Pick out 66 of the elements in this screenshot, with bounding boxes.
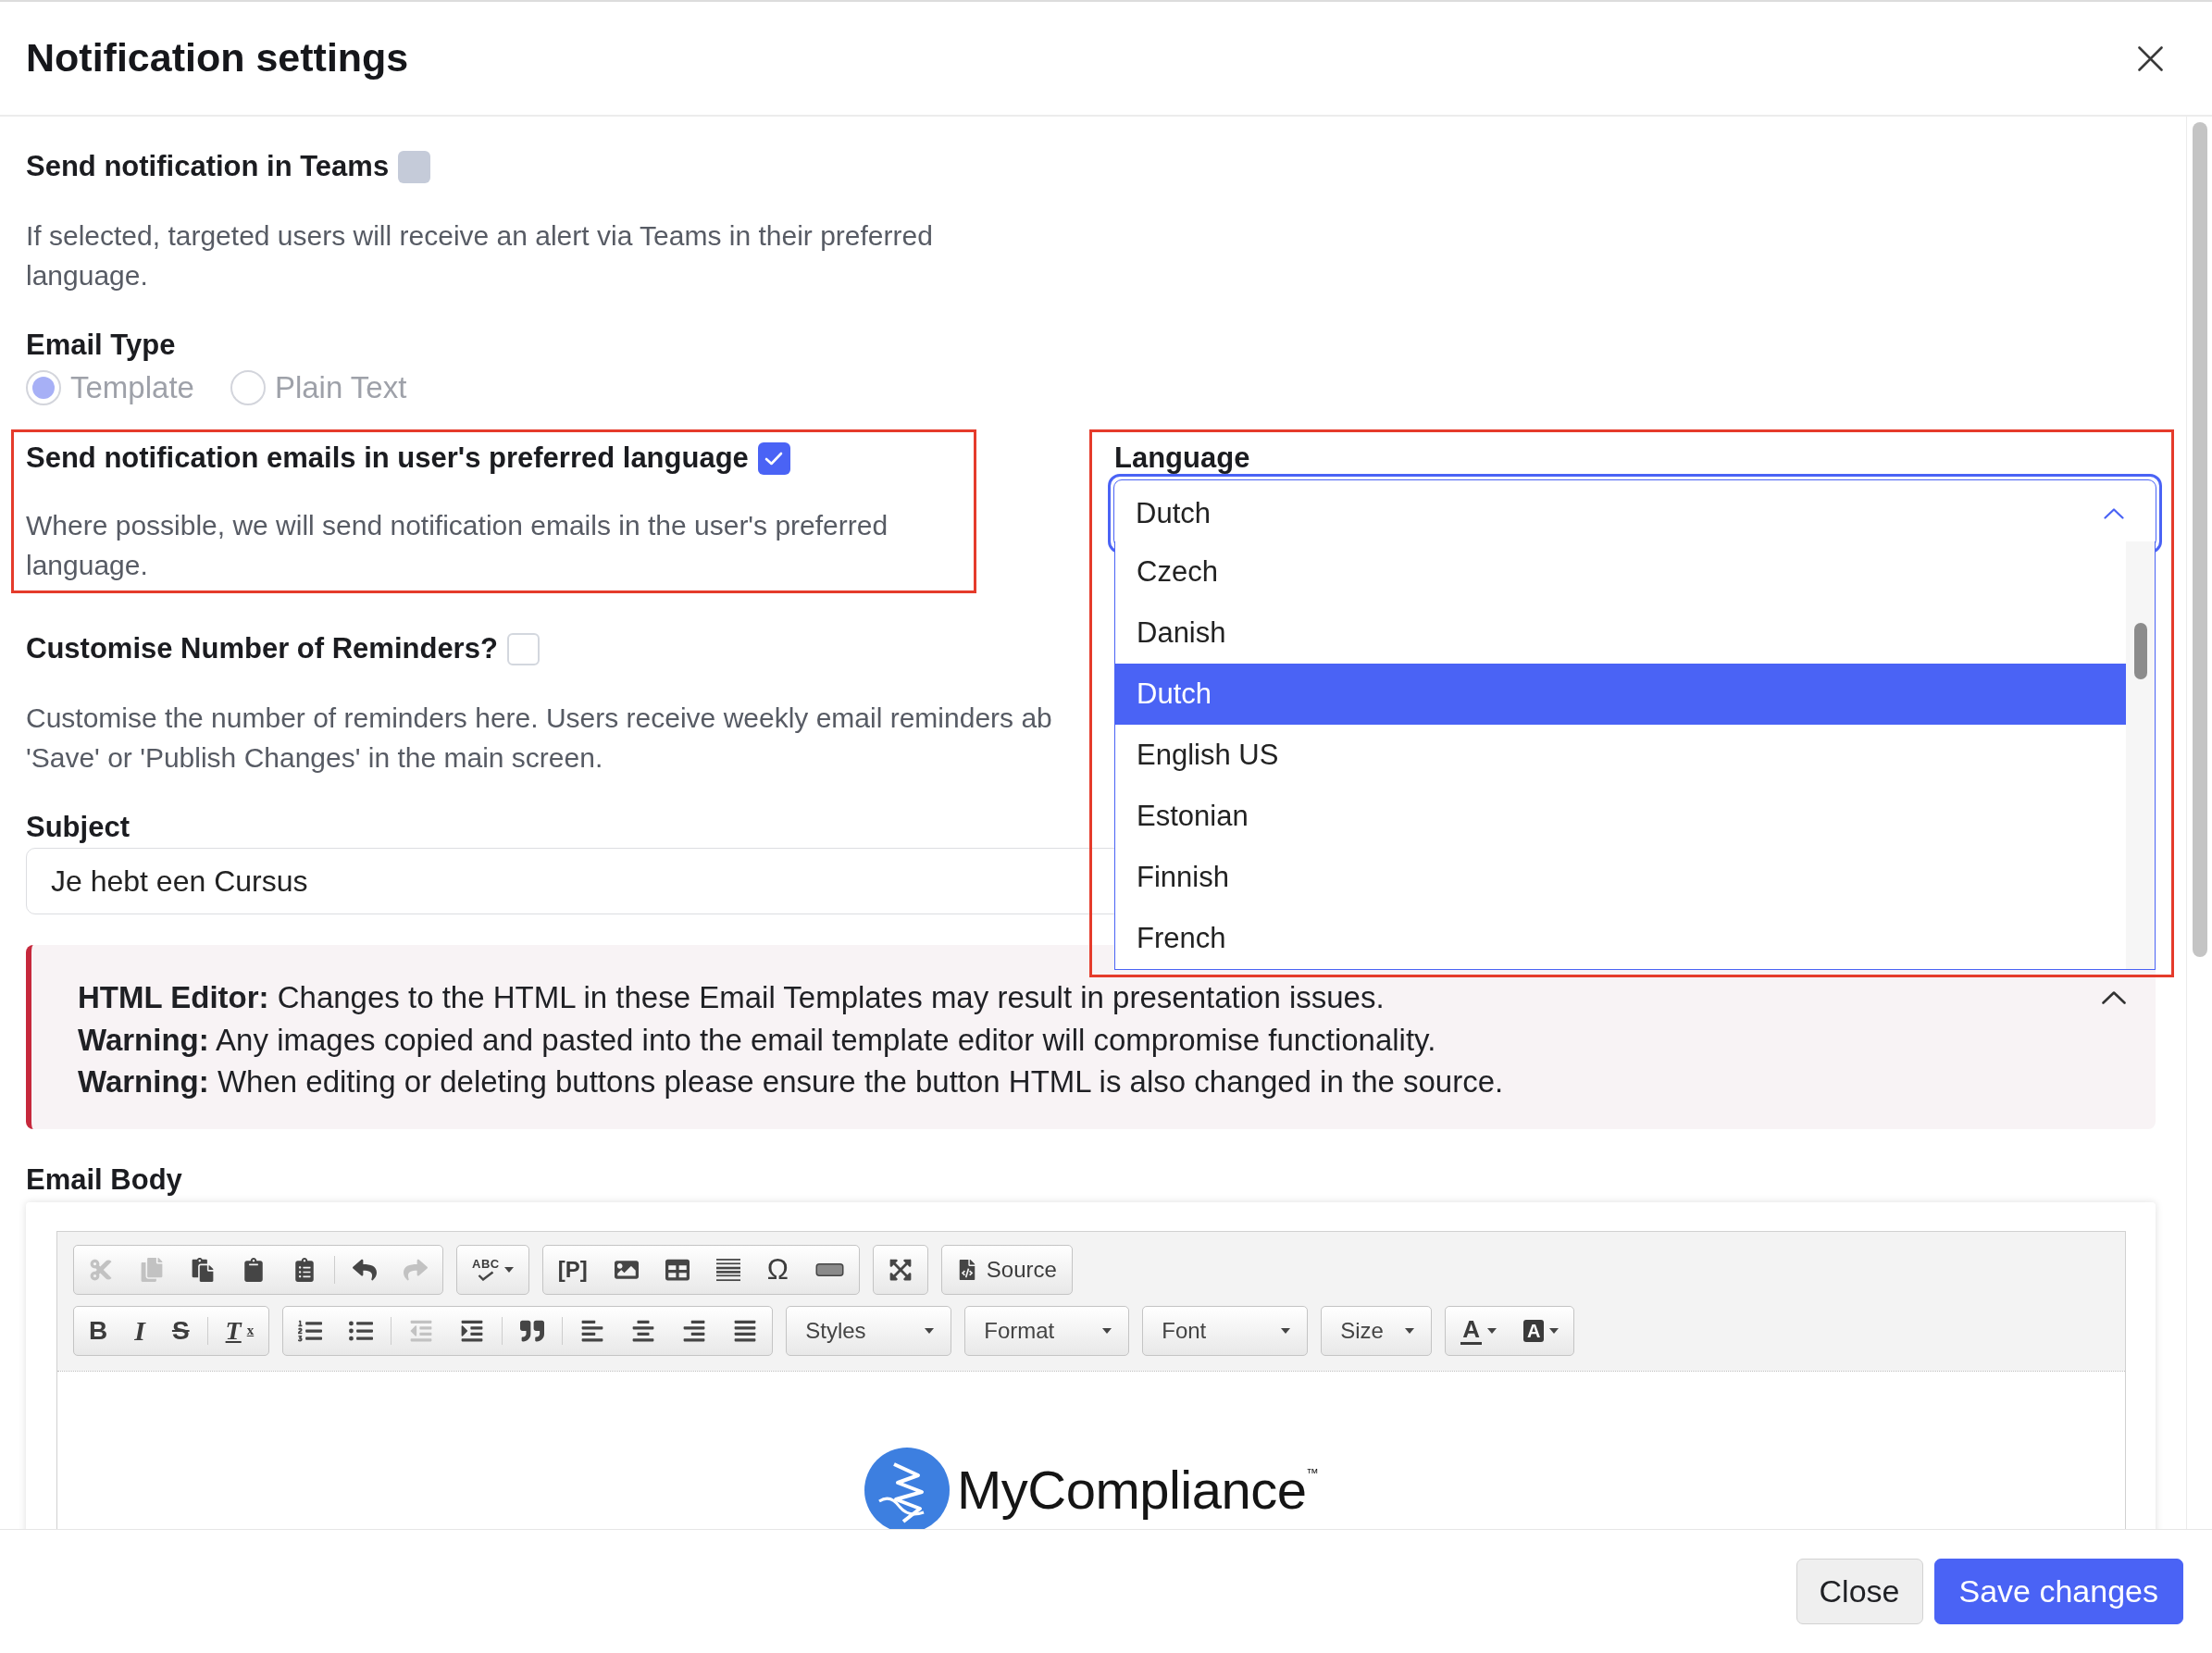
table-icon[interactable] <box>665 1257 690 1282</box>
field-label: Email Body <box>26 1162 182 1197</box>
chevron-up-icon[interactable] <box>2102 991 2126 1004</box>
caret-icon <box>503 1266 514 1273</box>
close-button[interactable]: Close <box>1796 1559 1923 1624</box>
align-justify-icon[interactable] <box>733 1318 758 1343</box>
checkbox-label: Send notification in Teams <box>26 150 390 183</box>
caret-icon <box>1487 1327 1497 1334</box>
align-center-icon[interactable] <box>631 1318 656 1343</box>
description-text: If selected, targeted users will receive an alert via Teams in their preferred language. <box>26 219 934 292</box>
scrollbar[interactable] <box>2193 122 2207 957</box>
horizontal-lines-icon[interactable] <box>715 1257 740 1282</box>
checkbox[interactable] <box>757 441 790 475</box>
alert-text: Warning: Any images copied and pasted into the email template editor will compromise functionality. <box>78 1021 1436 1059</box>
quote-icon[interactable] <box>520 1318 545 1343</box>
numbered-list-icon[interactable] <box>298 1318 323 1343</box>
chevron-up-icon <box>2104 508 2124 519</box>
save-button[interactable]: Save changes <box>1933 1559 2183 1624</box>
indent-icon[interactable] <box>460 1318 485 1343</box>
toolbar-dropdown[interactable]: Styles <box>786 1305 952 1356</box>
radio-label: Template <box>70 370 194 405</box>
radio-label: Plain Text <box>274 370 407 405</box>
field-label: Language <box>1113 441 1250 475</box>
spellcheck-button[interactable]: ABC <box>472 1258 514 1281</box>
bulleted-list-icon[interactable] <box>349 1318 374 1343</box>
description-text: 'Save' or 'Publish Changes' in the main screen. <box>26 741 603 775</box>
expand-icon[interactable] <box>888 1257 913 1282</box>
align-right-icon[interactable] <box>682 1318 707 1343</box>
undo-icon[interactable] <box>353 1257 377 1282</box>
alert-text: Warning: When editing or deleting buttons please ensure the button HTML is also changed in the source. <box>78 1063 1504 1100</box>
source-button[interactable]: Source <box>956 1258 1057 1281</box>
clipboard-icon[interactable] <box>191 1257 215 1282</box>
alert-text: HTML Editor: Changes to the HTML in these Email Templates may result in presentation issues. <box>78 979 1385 1016</box>
checkbox-label: Customise Number of Reminders? <box>26 632 498 665</box>
toolbar-dropdown[interactable]: Format <box>964 1305 1130 1356</box>
caret-icon <box>1549 1327 1560 1334</box>
rounded-rectangle-icon[interactable] <box>814 1262 844 1276</box>
dropdown-option[interactable]: Dutch <box>1115 664 2126 725</box>
check-icon <box>477 1271 494 1281</box>
clipboard-icon[interactable] <box>242 1257 266 1282</box>
toolbar-dropdown[interactable]: Font <box>1142 1305 1309 1356</box>
italic-button[interactable]: I <box>134 1316 145 1345</box>
div-container-button[interactable]: [P] <box>557 1258 588 1281</box>
checkbox-label: Send notification emails in user's preferred language <box>26 441 749 475</box>
field-label: Email Type <box>26 329 176 362</box>
description-text: Customise the number of reminders here. Users receive weekly email reminders ab <box>26 702 1052 735</box>
email-body-field[interactable]: MyCompliance$^{™}$ <box>57 1370 2125 1529</box>
align-left-icon[interactable] <box>580 1318 605 1343</box>
logo-icon <box>864 1447 950 1529</box>
checkmark-icon <box>764 451 784 466</box>
caret-icon <box>1102 1327 1112 1334</box>
close-icon[interactable] <box>2138 45 2163 71</box>
clipboard-list-icon[interactable] <box>292 1257 317 1282</box>
field-label: Subject <box>26 811 130 844</box>
toolbar-dropdown[interactable]: Size <box>1321 1305 1433 1356</box>
caret-icon <box>1405 1327 1415 1334</box>
caret-icon <box>925 1327 935 1334</box>
checkbox[interactable] <box>506 632 540 665</box>
description-text: Where possible, we will send notification emails in the user's preferred language. <box>26 509 889 582</box>
text-color-button[interactable]: A <box>1460 1316 1497 1345</box>
strikethrough-button[interactable]: S <box>171 1317 190 1344</box>
special-character-button[interactable]: Ω <box>766 1255 789 1284</box>
scrollbar-thumb[interactable] <box>2134 623 2147 679</box>
dialog-title: Notification settings <box>26 34 409 82</box>
bold-button[interactable]: B <box>89 1317 108 1344</box>
caret-icon <box>1281 1327 1291 1334</box>
